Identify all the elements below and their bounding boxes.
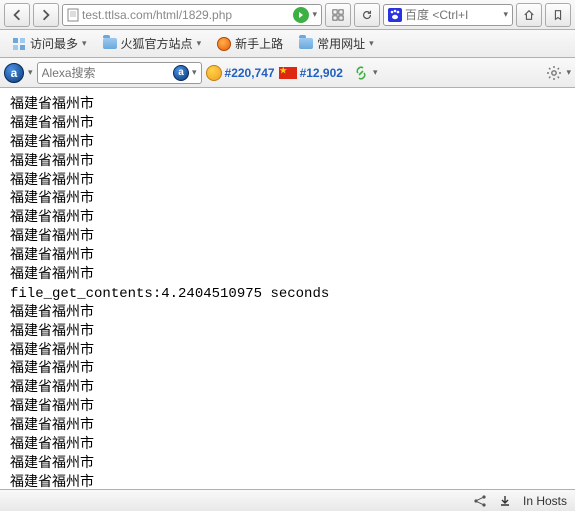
link-icon [353, 65, 369, 81]
folder-icon [103, 38, 117, 49]
output-line: 福建省福州市 [10, 209, 565, 228]
global-rank-value: #220,747 [225, 66, 275, 80]
output-line: 福建省福州市 [10, 304, 565, 323]
output-line: 福建省福州市 [10, 115, 565, 134]
output-line: 福建省福州市 [10, 379, 565, 398]
firefox-site-item[interactable]: 火狐官方站点 ▾ [97, 33, 208, 54]
output-line: 福建省福州市 [10, 247, 565, 266]
alexa-menu-dropdown-icon[interactable]: ▾ [28, 67, 33, 78]
alexa-link-item[interactable]: ▾ [347, 63, 384, 83]
status-bar: In Hosts [0, 489, 575, 511]
bookmark-button[interactable] [545, 3, 571, 27]
search-bar[interactable]: ▾ [383, 4, 513, 26]
settings-dropdown-icon[interactable]: ▾ [566, 67, 571, 78]
getting-started-item[interactable]: 新手上路 [211, 33, 289, 54]
getting-started-label: 新手上路 [235, 35, 283, 52]
output-line: 福建省福州市 [10, 342, 565, 361]
firefox-icon [217, 37, 231, 51]
folder-icon [299, 38, 313, 49]
alexa-cn-rank[interactable]: #12,902 [279, 66, 343, 80]
alexa-search-bar[interactable]: a ▾ [37, 62, 202, 84]
output-line: 福建省福州市 [10, 323, 565, 342]
output-line: 福建省福州市 [10, 153, 565, 172]
chevron-down-icon: ▾ [82, 38, 87, 49]
china-flag-icon [279, 67, 297, 79]
in-hosts-label[interactable]: In Hosts [523, 494, 567, 508]
bookmarks-toolbar: 访问最多 ▾ 火狐官方站点 ▾ 新手上路 常用网址 ▾ [0, 30, 575, 58]
cn-rank-value: #12,902 [300, 66, 343, 80]
url-dropdown-icon[interactable]: ▾ [312, 9, 317, 20]
baidu-icon [388, 8, 402, 22]
chevron-down-icon: ▾ [369, 38, 374, 49]
settings-gear-icon[interactable] [546, 65, 562, 81]
url-input[interactable] [82, 8, 290, 22]
output-block-2: 福建省福州市福建省福州市福建省福州市福建省福州市福建省福州市福建省福州市福建省福… [10, 304, 565, 493]
address-bar[interactable]: ▾ [62, 4, 322, 26]
alexa-search-input[interactable] [42, 66, 170, 80]
output-line: 福建省福州市 [10, 96, 565, 115]
grid-button[interactable] [325, 3, 351, 27]
most-visited-item[interactable]: 访问最多 ▾ [6, 33, 93, 54]
output-line: 福建省福州市 [10, 172, 565, 191]
alexa-global-rank[interactable]: #220,747 [206, 65, 275, 81]
output-line: 福建省福州市 [10, 134, 565, 153]
output-line: 福建省福州市 [10, 436, 565, 455]
alexa-logo-icon[interactable]: a [4, 63, 24, 83]
page-icon [67, 8, 79, 22]
most-visited-label: 访问最多 [30, 35, 78, 52]
chevron-down-icon: ▾ [197, 38, 202, 49]
forward-button[interactable] [33, 3, 59, 27]
chevron-down-icon: ▾ [373, 67, 378, 78]
output-line: 福建省福州市 [10, 266, 565, 285]
firefox-site-label: 火狐官方站点 [121, 35, 193, 52]
output-line: 福建省福州市 [10, 455, 565, 474]
page-content: 福建省福州市福建省福州市福建省福州市福建省福州市福建省福州市福建省福州市福建省福… [0, 88, 575, 520]
main-toolbar: ▾ ▾ [0, 0, 575, 30]
output-line: 福建省福州市 [10, 228, 565, 247]
alexa-search-dropdown-icon[interactable]: ▾ [192, 67, 197, 78]
output-line: 福建省福州市 [10, 417, 565, 436]
timing-file-get-contents: file_get_contents:4.2404510975 seconds [10, 285, 565, 304]
search-input[interactable] [405, 8, 500, 22]
share-icon[interactable] [473, 494, 487, 508]
download-icon[interactable] [499, 495, 511, 507]
alexa-toolbar: a ▾ a ▾ #220,747 #12,902 ▾ ▾ [0, 58, 575, 88]
output-line: 福建省福州市 [10, 398, 565, 417]
globe-icon [206, 65, 222, 81]
most-visited-icon [12, 37, 26, 51]
reload-button[interactable] [354, 3, 380, 27]
output-line: 福建省福州市 [10, 190, 565, 209]
go-icon[interactable] [293, 7, 309, 23]
output-line: 福建省福州市 [10, 360, 565, 379]
common-urls-item[interactable]: 常用网址 ▾ [293, 33, 380, 54]
output-block-1: 福建省福州市福建省福州市福建省福州市福建省福州市福建省福州市福建省福州市福建省福… [10, 96, 565, 285]
search-dropdown-icon[interactable]: ▾ [503, 9, 508, 20]
alexa-go-icon[interactable]: a [173, 65, 189, 81]
back-button[interactable] [4, 3, 30, 27]
home-button[interactable] [516, 3, 542, 27]
common-urls-label: 常用网址 [317, 35, 365, 52]
